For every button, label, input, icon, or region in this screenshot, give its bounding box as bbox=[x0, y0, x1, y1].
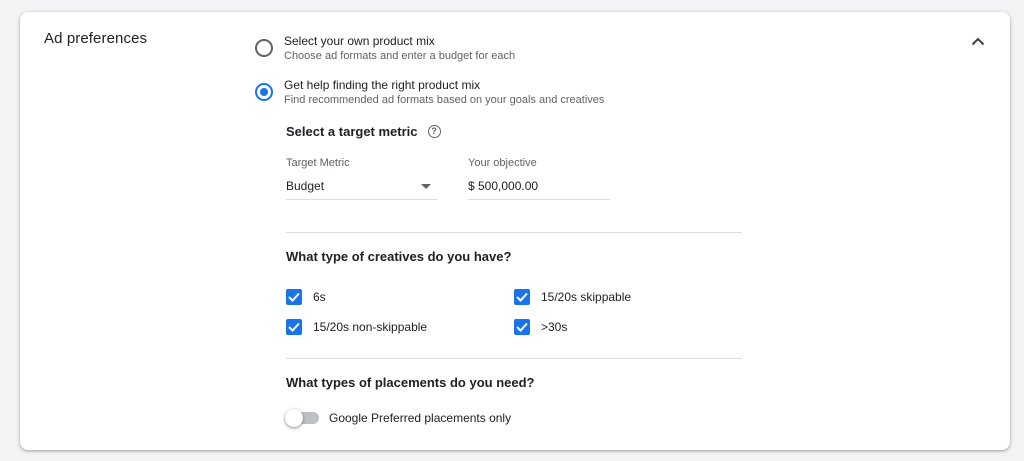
checkbox-label: 6s bbox=[313, 290, 326, 304]
chevron-up-icon bbox=[971, 37, 985, 45]
divider bbox=[286, 232, 742, 233]
ad-preferences-card: Ad preferences Select your own product m… bbox=[20, 12, 1010, 450]
objective-input[interactable]: $ 500,000.00 bbox=[468, 172, 610, 200]
collapse-button[interactable] bbox=[964, 27, 992, 55]
checkbox-checked-icon[interactable] bbox=[286, 289, 302, 305]
checkbox-6s[interactable]: 6s bbox=[286, 289, 326, 305]
radio-help-product-mix[interactable] bbox=[255, 83, 273, 101]
target-metric-value: Budget bbox=[286, 179, 325, 193]
checkbox-15-20s-non-skippable[interactable]: 15/20s non-skippable bbox=[286, 319, 427, 335]
objective-value: $ 500,000.00 bbox=[468, 179, 539, 193]
checkbox-label: >30s bbox=[541, 320, 568, 334]
toggle-label: Google Preferred placements only bbox=[329, 411, 512, 425]
radio-own-product-mix[interactable] bbox=[255, 39, 273, 57]
checkbox-checked-icon[interactable] bbox=[286, 319, 302, 335]
toggle-thumb[interactable] bbox=[285, 409, 303, 427]
section-title: Ad preferences bbox=[44, 30, 148, 47]
option-help-product-mix[interactable]: Get help finding the right product mix F… bbox=[255, 78, 604, 108]
checkbox-over-30s[interactable]: >30s bbox=[514, 319, 567, 335]
dropdown-arrow-icon bbox=[421, 184, 431, 189]
help-circle-icon[interactable]: ? bbox=[427, 125, 441, 138]
checkbox-checked-icon[interactable] bbox=[514, 289, 530, 305]
google-preferred-toggle-row[interactable]: Google Preferred placements only bbox=[285, 409, 511, 427]
option-own-product-mix[interactable]: Select your own product mix Choose ad fo… bbox=[255, 34, 515, 64]
target-metric-heading: Select a target metric ? bbox=[286, 124, 441, 139]
target-metric-title: Select a target metric bbox=[286, 124, 418, 139]
placements-heading: What types of placements do you need? bbox=[286, 375, 535, 390]
divider bbox=[286, 358, 742, 359]
checkbox-label: 15/20s non-skippable bbox=[313, 320, 428, 334]
option-description: Find recommended ad formats based on you… bbox=[284, 94, 605, 106]
checkbox-checked-icon[interactable] bbox=[514, 319, 530, 335]
creatives-heading: What type of creatives do you have? bbox=[286, 249, 512, 264]
option-label: Get help finding the right product mix bbox=[284, 78, 481, 92]
checkbox-label: 15/20s skippable bbox=[541, 290, 632, 304]
target-metric-select[interactable]: Budget bbox=[286, 172, 437, 200]
target-metric-label: Target Metric bbox=[286, 157, 350, 169]
checkbox-15-20s-skippable[interactable]: 15/20s skippable bbox=[514, 289, 631, 305]
objective-label: Your objective bbox=[468, 157, 537, 169]
google-preferred-toggle[interactable] bbox=[285, 409, 321, 427]
option-description: Choose ad formats and enter a budget for… bbox=[284, 50, 516, 62]
option-label: Select your own product mix bbox=[284, 34, 435, 48]
